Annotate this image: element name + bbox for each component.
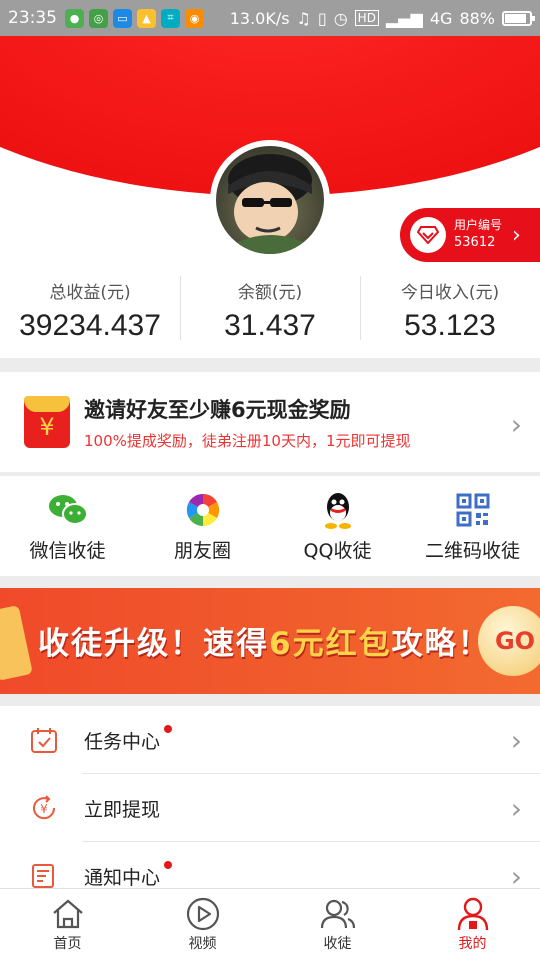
image-notification-icon: ▲ (137, 8, 156, 28)
alarm-icon: ◷ (333, 8, 348, 28)
user-id-button[interactable]: 用户编号 53612 › (400, 208, 540, 262)
menu-item-task-center[interactable]: 任务中心 › (0, 706, 540, 774)
qrcode-icon (453, 490, 493, 530)
banner-text-start: 收徒升级！速得 (38, 626, 269, 662)
battery-icon (502, 10, 535, 26)
stat-label: 总收益(元) (49, 282, 131, 303)
notification-dot (164, 724, 173, 733)
menu-item-withdraw[interactable]: ¥ 立即提现 › (0, 774, 540, 842)
user-id-value: 53612 (454, 235, 496, 251)
status-right: 13.0K/s ♫ ▯ ◷ HD ▂▄▆ 4G 88% (229, 8, 535, 28)
nav-recruit[interactable]: 收徒 (270, 889, 405, 960)
scan-notification-icon: ⌗ (161, 8, 180, 28)
chevron-right-icon: › (510, 724, 522, 757)
stat-today-income[interactable]: 今日收入(元) 53.123 (360, 272, 540, 348)
vibrate-icon: ▯ (317, 8, 327, 28)
stat-value: 53.123 (404, 308, 496, 342)
stat-label: 余额(元) (237, 282, 303, 303)
menu-list: 任务中心 › ¥ 立即提现 › 通知中心 › (0, 706, 540, 890)
share-label: QQ收徒 (303, 539, 372, 562)
nav-mine[interactable]: 我的 (405, 889, 540, 960)
status-time: 23:35 (8, 8, 57, 28)
user-id-label: 用户编号 (454, 217, 503, 232)
profile-icon (455, 897, 491, 931)
calendar-check-icon (30, 726, 58, 754)
nav-home[interactable]: 首页 (0, 889, 135, 960)
message-notification-icon: ▭ (113, 8, 132, 28)
notice-icon (30, 862, 58, 890)
battery-percent: 88% (459, 8, 495, 28)
banner-highlight: 6元红包 (269, 626, 392, 662)
network-type: 4G (429, 8, 453, 28)
withdraw-icon: ¥ (30, 794, 58, 822)
stat-label: 今日收入(元) (400, 282, 500, 303)
share-label: 微信收徒 (29, 539, 106, 562)
invite-subtitle: 100%提成奖励，徒弟注册10天内，1元即可提现 (84, 431, 411, 450)
profile-header: 用户编号 53612 › 总收益(元) 39234.437 余额(元) 31.4… (0, 0, 540, 358)
user-id-text: 用户编号 53612 (454, 217, 502, 253)
app-notification-icon: ◎ (89, 8, 108, 28)
camera-notification-icon: ◉ (185, 8, 204, 28)
network-speed: 13.0K/s (229, 8, 290, 28)
video-play-icon (185, 897, 221, 931)
stat-value: 39234.437 (19, 308, 161, 342)
share-label: 二维码收徒 (424, 539, 520, 562)
menu-item-notice-center[interactable]: 通知中心 › (0, 842, 540, 890)
avatar[interactable] (210, 140, 330, 260)
avatar-image (216, 146, 324, 254)
nav-label: 首页 (53, 935, 82, 952)
share-qq[interactable]: QQ收徒 (270, 476, 405, 576)
nav-video[interactable]: 视频 (135, 889, 270, 960)
stat-total-earnings[interactable]: 总收益(元) 39234.437 (0, 272, 180, 348)
stat-balance[interactable]: 余额(元) 31.437 (180, 272, 360, 348)
nav-label: 视频 (188, 935, 217, 952)
headphones-icon: ♫ (296, 8, 311, 28)
users-icon (320, 897, 356, 931)
menu-label: 立即提现 (84, 798, 161, 821)
wechat-icon (48, 490, 88, 530)
nav-label: 我的 (458, 935, 487, 952)
moments-icon (183, 490, 223, 530)
invite-title: 邀请好友至少赚6元现金奖励 (84, 397, 351, 422)
invite-texts: 邀请好友至少赚6元现金奖励 100%提成奖励，徒弟注册10天内，1元即可提现 (84, 394, 411, 451)
qq-icon (318, 490, 358, 530)
promo-banner[interactable]: 收徒升级！速得6元红包攻略！ GO (0, 588, 540, 694)
go-button[interactable]: GO (478, 606, 540, 676)
share-wechat[interactable]: 微信收徒 (0, 476, 135, 576)
banner-text: 收徒升级！速得6元红包攻略！ (38, 618, 491, 663)
red-packet-decoration (0, 605, 33, 681)
wechat-notification-icon: ● (65, 8, 84, 28)
share-qrcode[interactable]: 二维码收徒 (405, 476, 540, 576)
chevron-right-icon: › (512, 222, 521, 248)
bottom-nav: 首页 视频 收徒 我的 (0, 888, 540, 960)
svg-text:¥: ¥ (40, 802, 48, 816)
share-label: 朋友圈 (173, 539, 231, 562)
hd-icon: HD (354, 10, 379, 26)
notification-dot (164, 860, 173, 869)
profile-page: 23:35 ● ◎ ▭ ▲ ⌗ ◉ 13.0K/s ♫ ▯ ◷ HD ▂▄▆ 4… (0, 0, 540, 960)
banner-text-end: 攻略！ (391, 626, 491, 662)
signal-icon: ▂▄▆ (385, 8, 423, 28)
menu-label: 通知中心 (84, 860, 173, 890)
nav-label: 收徒 (323, 935, 352, 952)
diamond-icon (410, 217, 446, 253)
earnings-stats: 总收益(元) 39234.437 余额(元) 31.437 今日收入(元) 53… (0, 272, 540, 348)
chevron-right-icon: › (510, 792, 522, 825)
share-moments[interactable]: 朋友圈 (135, 476, 270, 576)
invite-card[interactable]: ¥ 邀请好友至少赚6元现金奖励 100%提成奖励，徒弟注册10天内，1元即可提现… (0, 372, 540, 472)
chevron-right-icon: › (510, 860, 522, 890)
share-grid: 微信收徒 朋友圈 QQ收徒 二维码收徒 (0, 476, 540, 576)
status-bar: 23:35 ● ◎ ▭ ▲ ⌗ ◉ 13.0K/s ♫ ▯ ◷ HD ▂▄▆ 4… (0, 0, 540, 36)
home-icon (50, 897, 86, 931)
red-packet-icon: ¥ (24, 396, 70, 448)
menu-label: 任务中心 (84, 724, 173, 754)
chevron-right-icon: › (510, 408, 522, 441)
stat-value: 31.437 (224, 308, 316, 342)
